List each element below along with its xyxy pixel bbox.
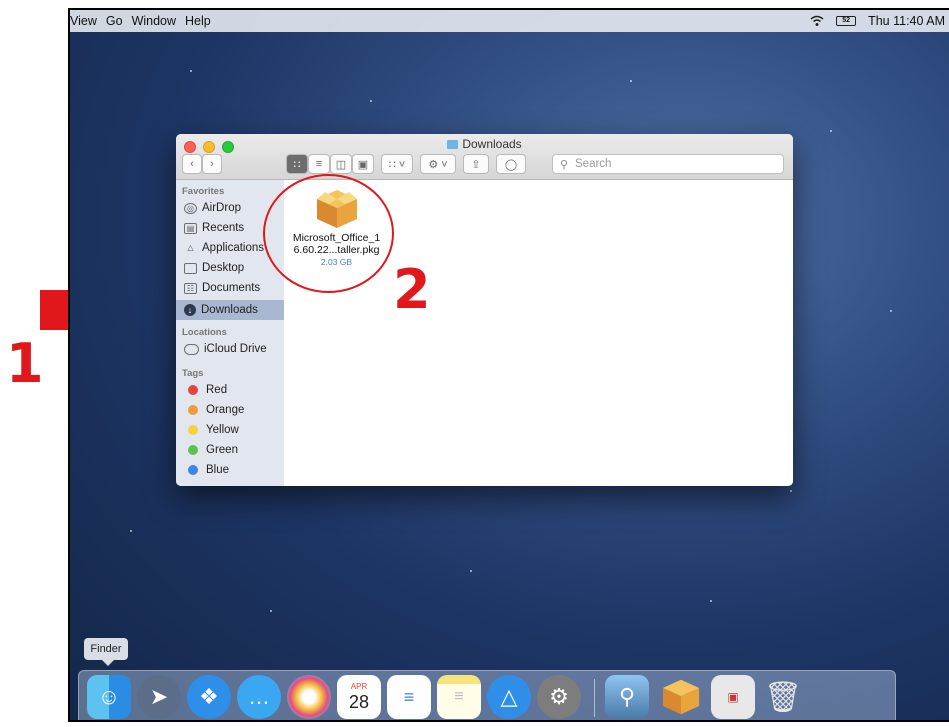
dock: ☺ ➤ ❖ … APR 28 ≡ ≡ △ ⚙ ⚲ ▣ 🗑 — [78, 670, 896, 720]
airdrop-icon: ◎ — [184, 202, 197, 214]
tags-header: Tags — [182, 368, 204, 379]
menu-go[interactable]: Go — [106, 14, 132, 28]
photos-dock-icon[interactable] — [287, 675, 331, 719]
star — [470, 570, 472, 572]
step-1-label: 1 — [6, 332, 44, 395]
dock-separator — [594, 679, 595, 717]
desktop: View Go Window Help 52 Thu 11:40 AM Down… — [68, 8, 949, 722]
menu-bar: View Go Window Help 52 Thu 11:40 AM — [70, 10, 949, 32]
star — [130, 530, 132, 532]
star — [270, 610, 272, 612]
share-button[interactable]: ⇧ — [463, 154, 489, 174]
menu-window[interactable]: Window — [132, 14, 185, 28]
star — [190, 70, 192, 72]
menu-help[interactable]: Help — [185, 14, 220, 28]
locations-header: Locations — [182, 327, 227, 338]
installer-dock-icon[interactable] — [659, 675, 703, 719]
green-tag-dot — [188, 445, 198, 455]
sidebar-tag-green[interactable]: Green — [176, 440, 284, 460]
system-preferences-dock-icon[interactable]: ⚙ — [537, 675, 581, 719]
gallery-view-button[interactable]: ▣ — [352, 154, 374, 174]
star — [630, 80, 632, 82]
orange-tag-dot — [188, 405, 198, 415]
action-gear-button[interactable]: ⚙ ˅ — [420, 154, 456, 174]
recents-icon: ▤ — [184, 222, 197, 234]
safari-dock-icon[interactable]: ❖ — [187, 675, 231, 719]
sidebar-item-icloud-drive[interactable]: iCloud Drive — [176, 339, 284, 359]
window-title: Downloads — [176, 137, 793, 151]
sidebar-item-desktop[interactable]: Desktop — [176, 258, 284, 278]
screenshot-frame: 1 View Go Window Help 52 Thu 11:40 AM Do… — [0, 0, 949, 727]
calendar-day: 28 — [348, 691, 370, 712]
favorites-header: Favorites — [182, 186, 225, 197]
tags-button[interactable]: ◯ — [496, 154, 526, 174]
menu-view[interactable]: View — [70, 14, 106, 28]
documents-icon: ☷ — [184, 282, 197, 294]
back-button[interactable]: ‹ — [182, 154, 202, 174]
app-store-dock-icon[interactable]: △ — [487, 675, 531, 719]
yellow-tag-dot — [188, 425, 198, 435]
group-by-button[interactable]: ∷ ˅ — [381, 154, 413, 174]
preview-dock-icon[interactable]: ⚲ — [605, 675, 649, 719]
star — [790, 490, 792, 492]
blue-tag-dot — [188, 465, 198, 475]
downloads-icon: ↓ — [184, 304, 196, 316]
search-icon: ⚲ — [560, 159, 569, 171]
reminders-dock-icon[interactable]: ≡ — [387, 675, 431, 719]
package-icon — [662, 679, 700, 715]
highlight-circle-annotation — [263, 174, 394, 293]
star — [830, 130, 832, 132]
finder-window: Downloads ‹ › ∷ ≡ ◫ ▣ ∷ ˅ ⚙ ˅ ⇧ ◯ ⚲ Sear… — [176, 134, 793, 486]
star — [890, 310, 892, 312]
desktop-icon — [184, 262, 197, 274]
calendar-dock-icon[interactable]: APR 28 — [337, 675, 381, 719]
wifi-icon[interactable] — [810, 15, 824, 27]
list-view-button[interactable]: ≡ — [308, 154, 330, 174]
sidebar-tag-orange[interactable]: Orange — [176, 400, 284, 420]
finder-dock-icon[interactable]: ☺ — [87, 675, 131, 719]
battery-icon[interactable]: 52 — [836, 16, 857, 26]
step-2-label: 2 — [393, 258, 431, 321]
launchpad-dock-icon[interactable]: ➤ — [137, 675, 181, 719]
star — [710, 600, 712, 602]
notes-dock-icon[interactable]: ≡ — [437, 675, 481, 719]
search-input[interactable]: ⚲ Search — [552, 154, 784, 174]
messages-dock-icon[interactable]: … — [237, 675, 281, 719]
sidebar-item-documents[interactable]: ☷ Documents — [176, 278, 284, 298]
star — [370, 100, 372, 102]
menu-clock[interactable]: Thu 11:40 AM — [868, 14, 945, 28]
sidebar-tag-yellow[interactable]: Yellow — [176, 420, 284, 440]
sidebar-tag-red[interactable]: Red — [176, 380, 284, 400]
icon-view-button[interactable]: ∷ — [286, 154, 308, 174]
folder-icon — [447, 140, 459, 149]
window-titlebar: Downloads ‹ › ∷ ≡ ◫ ▣ ∷ ˅ ⚙ ˅ ⇧ ◯ ⚲ Sear… — [176, 134, 793, 180]
trash-dock-icon[interactable]: 🗑 — [761, 675, 805, 719]
forward-button[interactable]: › — [202, 154, 222, 174]
sidebar-item-downloads[interactable]: ↓ Downloads — [176, 300, 284, 320]
column-view-button[interactable]: ◫ — [330, 154, 352, 174]
cloud-icon — [184, 343, 199, 355]
finder-tooltip: Finder — [84, 638, 128, 666]
downloads-stack-dock-icon[interactable]: ▣ — [711, 675, 755, 719]
sidebar-tag-blue[interactable]: Blue — [176, 460, 284, 480]
calendar-month: APR — [350, 681, 368, 691]
red-tag-dot — [188, 385, 198, 395]
applications-icon: △ — [187, 242, 194, 252]
